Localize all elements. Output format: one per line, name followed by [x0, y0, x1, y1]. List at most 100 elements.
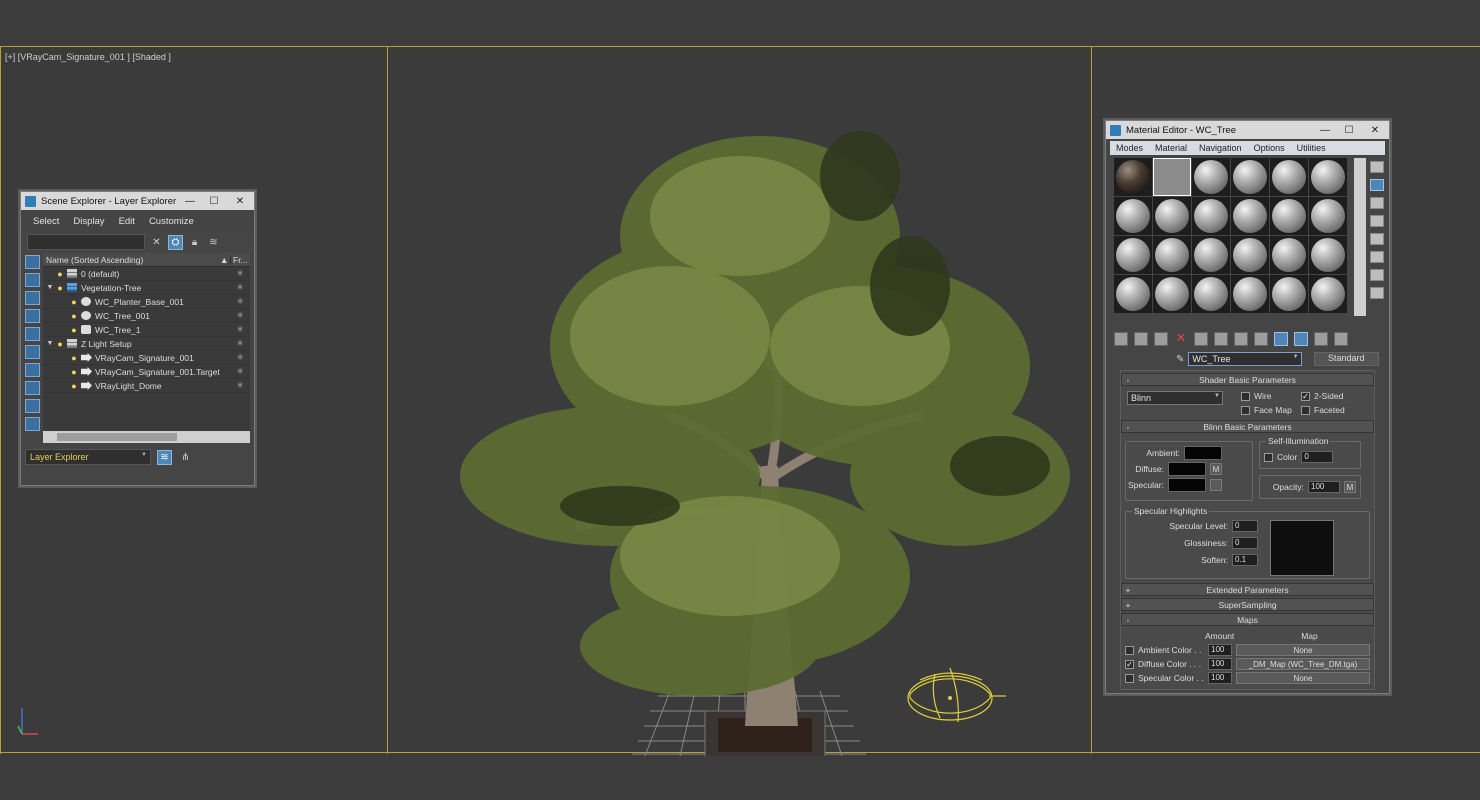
freeze-icon[interactable]: ✳: [230, 338, 250, 349]
column-name[interactable]: Name (Sorted Ascending): [43, 255, 220, 265]
sample-slot[interactable]: [1231, 158, 1269, 196]
collapse-arrow-icon[interactable]: ▼: [45, 340, 55, 347]
sample-type-icon[interactable]: [1370, 161, 1384, 173]
explorer-select[interactable]: Layer Explorer: [25, 449, 151, 465]
map-button[interactable]: _DM_Map (WC_Tree_DM.tga): [1236, 658, 1370, 670]
reset-material-icon[interactable]: ✕: [1174, 331, 1188, 346]
make-unique-icon[interactable]: [1214, 332, 1228, 346]
sample-slot[interactable]: [1270, 236, 1308, 274]
specular-map-button[interactable]: [1209, 479, 1222, 491]
light-bulb-icon[interactable]: ●: [69, 325, 79, 335]
rollout-blinn-basic[interactable]: - Blinn Basic Parameters: [1121, 420, 1374, 433]
map-button[interactable]: None: [1236, 672, 1370, 684]
light-bulb-icon[interactable]: ●: [69, 381, 79, 391]
show-end-result-icon[interactable]: [1294, 332, 1308, 346]
map-checkbox[interactable]: [1125, 645, 1134, 655]
vray-dome-light-gizmo[interactable]: [900, 656, 1010, 726]
sample-slot[interactable]: [1192, 275, 1230, 313]
menu-customize[interactable]: Customize: [149, 216, 194, 227]
sample-slot[interactable]: [1309, 197, 1347, 235]
column-freeze[interactable]: Fr...: [230, 254, 250, 265]
menu-options[interactable]: Options: [1248, 143, 1291, 153]
display-all-icon[interactable]: [24, 417, 40, 431]
opacity-map-button[interactable]: M: [1344, 481, 1356, 493]
display-helpers-icon[interactable]: [24, 327, 40, 341]
rollout-extended-parameters[interactable]: + Extended Parameters: [1121, 583, 1374, 596]
go-forward-icon[interactable]: [1334, 332, 1348, 346]
eyedropper-icon[interactable]: ✎: [1176, 354, 1184, 365]
tree-row[interactable]: ● VRayCam_Signature_001.Target ✳: [43, 365, 250, 379]
layer-tree[interactable]: Name (Sorted Ascending) ▲ Fr... ● 0 (def…: [43, 253, 250, 443]
video-color-check-icon[interactable]: [1370, 233, 1384, 245]
sample-slot[interactable]: [1114, 197, 1152, 235]
faceted-checkbox[interactable]: [1301, 405, 1310, 415]
diffuse-swatch[interactable]: [1167, 462, 1206, 476]
light-bulb-icon[interactable]: ●: [69, 367, 79, 377]
map-amount-spinner[interactable]: 100: [1208, 672, 1232, 684]
display-geometry-icon[interactable]: [24, 255, 40, 269]
rollout-supersampling[interactable]: + SuperSampling: [1121, 598, 1374, 611]
freeze-icon[interactable]: ✳: [230, 296, 250, 307]
sample-slot[interactable]: [1192, 197, 1230, 235]
scene-explorer-window[interactable]: Scene Explorer - Layer Explorer — ☐ ✕ Se…: [20, 191, 255, 486]
freeze-icon[interactable]: ✳: [230, 324, 250, 335]
search-input[interactable]: [27, 234, 145, 250]
specular-swatch[interactable]: [1167, 478, 1206, 492]
face-map-checkbox[interactable]: [1241, 405, 1250, 415]
minimize-icon[interactable]: —: [178, 194, 202, 208]
ambient-swatch[interactable]: [1183, 446, 1222, 460]
rollout-maps[interactable]: - Maps: [1121, 613, 1374, 626]
tree-row[interactable]: ● WC_Tree_1 ✳: [43, 323, 250, 337]
light-bulb-icon[interactable]: ●: [69, 297, 79, 307]
shader-select[interactable]: Blinn: [1127, 391, 1223, 405]
sample-slot[interactable]: [1231, 275, 1269, 313]
background-icon[interactable]: [1370, 197, 1384, 209]
clear-search-icon[interactable]: ✕: [149, 235, 164, 250]
scene-explorer-titlebar[interactable]: Scene Explorer - Layer Explorer — ☐ ✕: [21, 192, 254, 210]
menu-modes[interactable]: Modes: [1110, 143, 1149, 153]
sample-slot[interactable]: [1309, 236, 1347, 274]
sample-slot[interactable]: [1231, 236, 1269, 274]
slots-vertical-scrollbar[interactable]: [1354, 158, 1366, 316]
lock-icon[interactable]: 🔒︎: [187, 235, 202, 250]
material-editor-window[interactable]: Material Editor - WC_Tree — ☐ ✕ Modes Ma…: [1105, 120, 1390, 694]
backlight-icon[interactable]: [1370, 179, 1384, 191]
tree-row[interactable]: ▼ ● Vegetation-Tree ✳: [43, 281, 250, 295]
map-button[interactable]: None: [1236, 644, 1370, 656]
soften-spinner[interactable]: 0.1: [1232, 554, 1258, 566]
freeze-icon[interactable]: ✳: [230, 366, 250, 377]
material-id-icon[interactable]: [1254, 332, 1268, 346]
close-icon[interactable]: ✕: [1361, 123, 1389, 137]
two-sided-checkbox[interactable]: ✓: [1301, 391, 1310, 401]
column-header[interactable]: Name (Sorted Ascending) ▲ Fr...: [43, 253, 250, 267]
sample-slot[interactable]: [1309, 275, 1347, 313]
menu-display[interactable]: Display: [73, 216, 104, 227]
sample-slot[interactable]: [1270, 197, 1308, 235]
sample-slot[interactable]: [1153, 275, 1191, 313]
self-illum-color-checkbox[interactable]: [1264, 452, 1273, 462]
menu-navigation[interactable]: Navigation: [1193, 143, 1248, 153]
light-bulb-icon[interactable]: ●: [55, 269, 65, 279]
display-bones-icon[interactable]: [24, 399, 40, 413]
light-bulb-icon[interactable]: ●: [55, 339, 65, 349]
menu-material[interactable]: Material: [1149, 143, 1193, 153]
close-icon[interactable]: ✕: [226, 194, 254, 208]
tree-row[interactable]: ● WC_Tree_001 ✳: [43, 309, 250, 323]
diffuse-map-button[interactable]: M: [1209, 463, 1222, 475]
select-by-material-icon[interactable]: [1370, 287, 1384, 299]
put-to-scene-icon[interactable]: [1134, 332, 1148, 346]
go-to-parent-icon[interactable]: [1314, 332, 1328, 346]
specular-level-spinner[interactable]: 0: [1232, 520, 1258, 532]
map-amount-spinner[interactable]: 100: [1208, 644, 1232, 656]
freeze-icon[interactable]: ✳: [230, 268, 250, 279]
map-checkbox[interactable]: ✓: [1125, 659, 1134, 669]
map-checkbox[interactable]: [1125, 673, 1134, 683]
uv-tiling-icon[interactable]: [1370, 215, 1384, 227]
get-material-icon[interactable]: [1114, 332, 1128, 346]
material-name-input[interactable]: WC_Tree: [1188, 352, 1302, 366]
material-type-button[interactable]: Standard: [1313, 352, 1379, 366]
freeze-icon[interactable]: ✳: [230, 380, 250, 391]
show-map-in-viewport-icon[interactable]: [1274, 332, 1288, 346]
minimize-icon[interactable]: —: [1313, 123, 1337, 137]
tree-row[interactable]: ● 0 (default) ✳: [43, 267, 250, 281]
